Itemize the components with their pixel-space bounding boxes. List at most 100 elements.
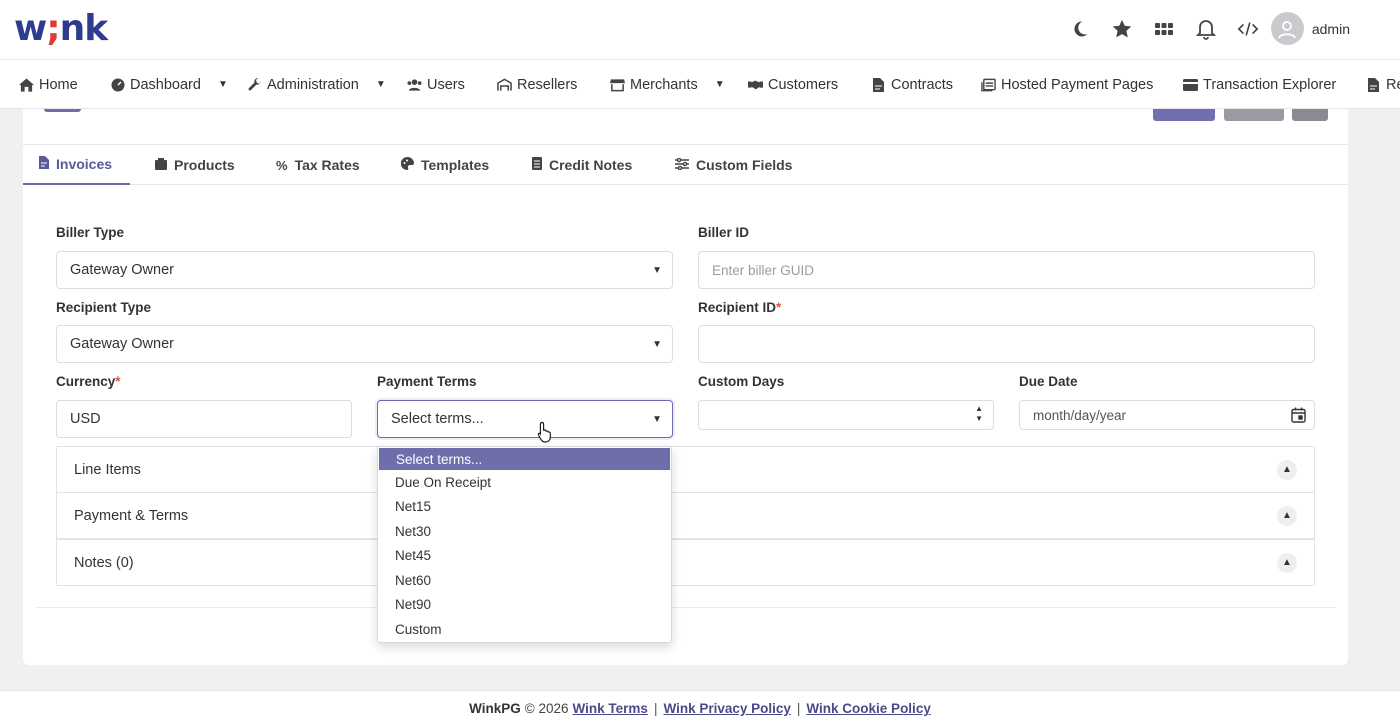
bell-icon[interactable] [1195, 18, 1217, 40]
accordion-payment-terms[interactable]: Payment & Terms ▲ [56, 492, 1315, 539]
recipient-id-input[interactable] [698, 325, 1315, 363]
footer-brand: WinkPG [469, 701, 521, 716]
wrench-icon [247, 77, 262, 92]
nav-transaction-explorer[interactable]: Transaction Explorer [1183, 60, 1337, 108]
chevron-up-icon[interactable]: ▲ [1277, 552, 1297, 573]
user-name[interactable]: admin [1312, 21, 1350, 37]
nav-hosted-payment-pages-label: Hosted Payment Pages [1001, 76, 1154, 93]
more-button-fragment[interactable] [1292, 109, 1328, 121]
custom-days-label: Custom Days [698, 374, 785, 389]
nav-reports[interactable]: Rep [1366, 60, 1400, 108]
dropdown-option[interactable]: Custom [378, 617, 671, 642]
nav-administration[interactable]: Administration ▼ [247, 60, 386, 108]
star-icon[interactable] [1111, 18, 1133, 40]
file-contract-icon [871, 77, 886, 92]
dropdown-option[interactable]: Due On Receipt [378, 470, 671, 495]
tab-tax-rates-label: Tax Rates [294, 157, 360, 173]
cancel-button-fragment[interactable] [1224, 109, 1284, 121]
tab-templates[interactable]: Templates [385, 145, 505, 185]
tab-products[interactable]: Products [139, 145, 251, 185]
nav-reports-label: Rep [1386, 76, 1400, 93]
calendar-icon[interactable] [1291, 407, 1306, 426]
chevron-up-icon[interactable]: ▲ [1277, 459, 1297, 480]
payment-terms-dropdown: Select terms... Due On Receipt Net15 Net… [377, 446, 672, 643]
number-spinner-icon[interactable]: ▲ ▼ [975, 404, 983, 424]
dropdown-option[interactable]: Select terms... [379, 448, 670, 470]
save-button-fragment[interactable] [1153, 109, 1215, 121]
nav-dashboard[interactable]: Dashboard ▼ [110, 60, 228, 108]
nav-customers[interactable]: Customers [748, 60, 839, 108]
moon-icon[interactable] [1069, 18, 1091, 40]
note-icon [532, 157, 542, 173]
payment-terms-select[interactable]: Select terms... ▼ [377, 400, 673, 438]
nav-resellers[interactable]: Resellers [497, 60, 578, 108]
tab-invoices[interactable]: Invoices [23, 145, 130, 185]
nav-transaction-explorer-label: Transaction Explorer [1203, 76, 1337, 93]
card-divider [36, 607, 1336, 608]
accordion-notes-label: Notes (0) [74, 554, 134, 571]
invoice-tabs: Invoices Products % Tax Rates Templates … [23, 144, 1348, 185]
chevron-up-icon[interactable]: ▲ [1277, 505, 1297, 526]
nav-hosted-payment-pages[interactable]: Hosted Payment Pages [981, 60, 1154, 108]
handshake-icon [748, 77, 763, 92]
wink-privacy-policy-link[interactable]: Wink Privacy Policy [663, 701, 790, 716]
dropdown-option[interactable]: Net45 [378, 544, 671, 569]
tab-custom-fields-label: Custom Fields [696, 157, 793, 173]
credit-card-icon [1183, 77, 1198, 92]
biller-id-input[interactable]: Enter biller GUID [698, 251, 1315, 289]
nav-resellers-label: Resellers [517, 76, 578, 93]
scrolled-header-fragment [44, 109, 81, 112]
tab-tax-rates[interactable]: % Tax Rates [260, 145, 376, 185]
users-icon [407, 77, 422, 92]
home-icon [19, 77, 34, 92]
recipient-type-label: Recipient Type [56, 300, 152, 315]
code-icon[interactable] [1237, 18, 1259, 40]
dropdown-option[interactable]: Net30 [378, 519, 671, 544]
biller-type-label: Biller Type [56, 225, 125, 240]
dropdown-option[interactable]: Net90 [378, 593, 671, 618]
chevron-down-icon: ▼ [652, 413, 662, 425]
chevron-down-icon: ▼ [375, 79, 386, 90]
accordion-payment-terms-label: Payment & Terms [74, 507, 189, 524]
wink-logo[interactable]: w;nk [14, 8, 108, 49]
custom-days-input[interactable]: ▲ ▼ [698, 400, 994, 430]
currency-label-text: Currency [56, 374, 116, 389]
wink-cookie-policy-link[interactable]: Wink Cookie Policy [806, 701, 930, 716]
nav-customers-label: Customers [768, 76, 839, 93]
tab-invoices-label: Invoices [56, 156, 113, 172]
dropdown-option[interactable]: Net15 [378, 495, 671, 520]
nav-home[interactable]: Home [19, 60, 78, 108]
nav-users[interactable]: Users [407, 60, 465, 108]
tab-custom-fields[interactable]: Custom Fields [659, 145, 808, 185]
hand-cursor-icon [537, 421, 555, 448]
recipient-id-label-text: Recipient ID [698, 300, 777, 315]
pages-icon [981, 77, 996, 92]
tab-templates-label: Templates [421, 157, 490, 173]
nav-home-label: Home [39, 76, 78, 93]
report-icon [1366, 77, 1381, 92]
due-date-label: Due Date [1019, 374, 1078, 389]
header-actions: admin [1069, 12, 1350, 45]
chevron-down-icon: ▼ [652, 338, 662, 350]
nav-administration-label: Administration [267, 76, 359, 93]
accordion-notes[interactable]: Notes (0) ▲ [56, 539, 1315, 586]
dropdown-option[interactable]: Net60 [378, 568, 671, 593]
biller-type-select[interactable]: Gateway Owner ▼ [56, 251, 673, 289]
apps-grid-icon[interactable] [1153, 18, 1175, 40]
tab-credit-notes[interactable]: Credit Notes [516, 145, 648, 185]
chevron-down-icon: ▼ [652, 264, 662, 276]
wink-terms-link[interactable]: Wink Terms [573, 701, 648, 716]
recipient-type-value: Gateway Owner [70, 336, 174, 352]
nav-contracts[interactable]: Contracts [871, 60, 953, 108]
user-avatar-icon[interactable] [1270, 12, 1304, 45]
required-mark: * [776, 300, 782, 315]
accordion-line-items-label: Line Items [74, 461, 141, 478]
currency-input[interactable]: USD [56, 400, 352, 438]
due-date-placeholder: month/day/year [1033, 407, 1127, 423]
due-date-input[interactable]: month/day/year [1019, 400, 1315, 430]
warehouse-icon [497, 77, 512, 92]
accordion-line-items[interactable]: Line Items ▲ [56, 446, 1315, 493]
nav-merchants[interactable]: Merchants ▼ [610, 60, 725, 108]
recipient-type-select[interactable]: Gateway Owner ▼ [56, 325, 673, 363]
nav-dashboard-label: Dashboard [130, 76, 201, 93]
